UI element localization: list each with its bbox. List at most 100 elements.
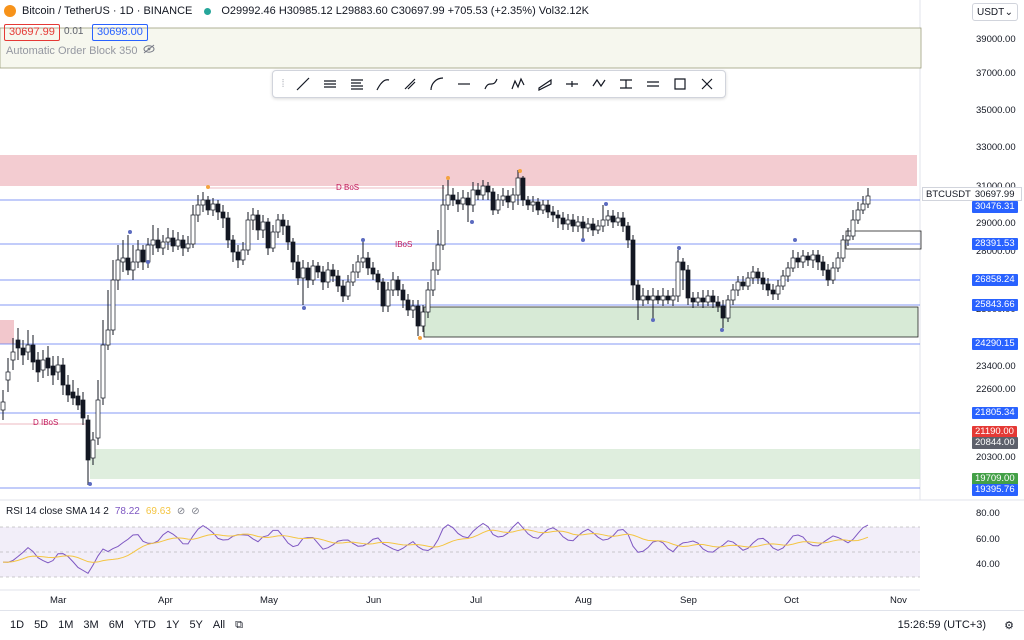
indicator-legend[interactable]: Automatic Order Block 350 (6, 44, 155, 57)
candle-body (480, 185, 486, 196)
candle-body (120, 257, 126, 263)
candle-body (125, 257, 131, 271)
candle-body (140, 249, 146, 263)
price-level-tag: 20844.00 (972, 437, 1018, 449)
timeframe-1d[interactable]: 1D (10, 619, 24, 631)
candle-body (405, 299, 411, 311)
long-position-icon[interactable] (563, 75, 581, 93)
pivot-dot (88, 482, 92, 486)
candle-body (655, 295, 661, 301)
sell-button[interactable]: 30697.99 (4, 24, 60, 41)
timeframe-6m[interactable]: 6M (109, 619, 124, 631)
candle-body (370, 267, 376, 275)
eye-hidden-icon[interactable] (143, 44, 155, 57)
timeframe-1m[interactable]: 1M (58, 619, 73, 631)
x-axis-month: Mar (50, 595, 67, 606)
rsi-axis-tick: 80.00 (976, 508, 1000, 519)
candle-body (185, 243, 191, 249)
candle-body (485, 185, 491, 193)
pivot-dot (793, 238, 797, 242)
zigzag-icon[interactable] (590, 75, 608, 93)
legend-bar: Bitcoin / TetherUS · 1D · BINANCE O29992… (0, 0, 960, 22)
candle-body (715, 301, 721, 307)
arc-icon[interactable] (428, 75, 446, 93)
x-axis-month: Oct (784, 595, 799, 606)
dbos-label: D BoS (336, 183, 360, 192)
drawing-toolbar[interactable]: ⁞ (272, 70, 726, 98)
candle-body (765, 283, 771, 291)
pivot-dot (302, 306, 306, 310)
rsi-axis-tick: 60.00 (976, 534, 1000, 545)
candle-body (825, 269, 831, 281)
candle-body (495, 199, 501, 211)
candle-body (260, 221, 266, 231)
timeframe-5d[interactable]: 5D (34, 619, 48, 631)
candle-body (190, 214, 196, 245)
rectangle-path-icon[interactable] (536, 75, 554, 93)
candle-body (595, 225, 601, 231)
parallel-lines-icon[interactable] (321, 75, 339, 93)
candle-body (690, 297, 696, 303)
pivot-dot (581, 238, 585, 242)
date-range-icon[interactable]: ⧉ (235, 619, 243, 632)
candle-body (50, 365, 56, 376)
candle-body (760, 277, 766, 285)
node-icon[interactable] (698, 75, 716, 93)
bitcoin-logo-icon (4, 5, 16, 17)
candle-body (565, 219, 571, 225)
horizontal-ray-icon[interactable] (455, 75, 473, 93)
x-axis-month: Aug (575, 595, 592, 606)
candle-body (810, 254, 816, 261)
bullish-order-block-low (90, 449, 920, 479)
box-icon[interactable] (671, 75, 689, 93)
trend-line-icon[interactable] (294, 75, 312, 93)
drag-handle-icon[interactable]: ⁞ (281, 78, 284, 90)
candle-body (245, 219, 251, 251)
candle-body (320, 271, 326, 283)
y-axis-tick: 35000.00 (976, 105, 1016, 116)
price-level-tag: 25843.66 (972, 299, 1018, 311)
candle-body (290, 241, 296, 263)
projection-icon[interactable] (617, 75, 635, 93)
price-range-icon[interactable] (644, 75, 662, 93)
candle-body (800, 255, 806, 263)
timeframe-ytd[interactable]: YTD (134, 619, 156, 631)
candle-body (865, 195, 871, 205)
timeframe-3m[interactable]: 3M (83, 619, 98, 631)
candle-body (130, 261, 136, 271)
candle-body (530, 201, 536, 206)
pivot-dot (206, 185, 210, 189)
bearish-order-block (0, 155, 917, 186)
timeframe-5y[interactable]: 5Y (189, 619, 202, 631)
candle-body (380, 281, 386, 307)
candle-body (160, 241, 166, 249)
candle-body (340, 285, 346, 297)
symbol-title[interactable]: Bitcoin / TetherUS · 1D · BINANCE (22, 5, 192, 17)
candle-body (15, 339, 21, 349)
gann-icon[interactable] (374, 75, 392, 93)
buy-button[interactable]: 30698.00 (92, 24, 148, 41)
candle-body (755, 271, 761, 279)
candle-body (170, 237, 176, 247)
candle-body (325, 269, 331, 283)
candle-body (400, 289, 406, 301)
candle-body (265, 221, 271, 249)
pattern-icon[interactable] (509, 75, 527, 93)
clock[interactable]: 15:26:59 (UTC+3) (898, 619, 986, 631)
spread-value: 0.01 (64, 26, 84, 37)
timeframe-all[interactable]: All (213, 619, 225, 631)
timeframe-1y[interactable]: 1Y (166, 619, 179, 631)
currency-select[interactable]: USDT ⌄ (972, 3, 1018, 21)
circle-slash-icon: ⊘ (176, 506, 186, 517)
candle-body (425, 289, 431, 313)
settings-gear-icon[interactable]: ⚙ (1004, 619, 1014, 632)
fib-icon[interactable] (348, 75, 366, 93)
brush-icon[interactable] (482, 75, 500, 93)
rsi-legend[interactable]: RSI 14 close SMA 14 2 78.22 69.63 ⊘ ⊘ (6, 506, 200, 517)
candle-body (20, 347, 26, 356)
bottom-toolbar: 1D 5D 1M 3M 6M YTD 1Y 5Y All ⧉ 15:26:59 (UTC+3) ⚙ (0, 610, 1024, 639)
candle-body (335, 275, 341, 287)
pitchfork-icon[interactable] (401, 75, 419, 93)
rsi-name: RSI 14 close SMA 14 2 (6, 506, 109, 517)
x-axis-month: May (260, 595, 278, 606)
